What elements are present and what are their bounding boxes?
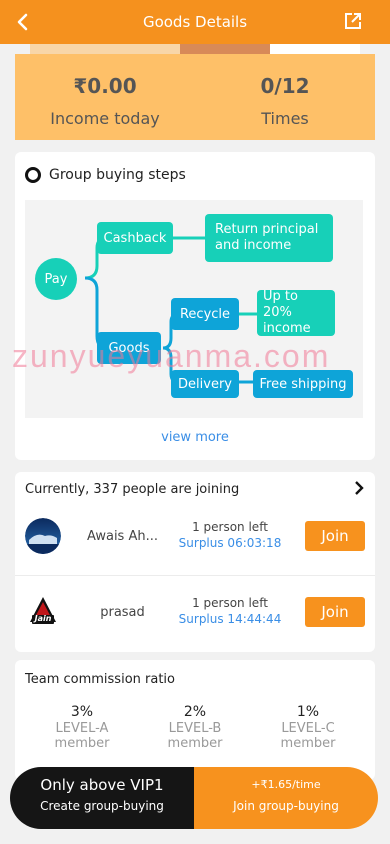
surplus-timer: Surplus 14:44:44: [178, 612, 282, 626]
level-name: LEVEL-A: [55, 721, 109, 736]
commission-title: Team commission ratio: [25, 672, 175, 687]
page-title: Goods Details: [142, 13, 248, 31]
create-title: Only above VIP1: [40, 776, 164, 794]
user-name: Awais Ah...: [86, 529, 158, 544]
group-buying-steps-card: Group buying steps Pay Cashback Return p…: [15, 152, 375, 460]
level-percent: 1%: [296, 704, 320, 720]
step-node-up-to: Up to 20% income: [257, 289, 335, 336]
chevron-right-icon[interactable]: [353, 480, 365, 500]
avatar-image: [25, 594, 61, 630]
app-header: Goods Details: [0, 0, 390, 44]
income-value: ₹0.00: [73, 74, 137, 98]
joining-count: Currently, 337 people are joining: [25, 482, 240, 497]
income-today: ₹0.00 Income today: [15, 54, 195, 128]
steps-header: Group buying steps: [25, 167, 186, 183]
create-label: Create group-buying: [40, 799, 164, 813]
joining-list-card: Currently, 337 people are joining Awais …: [15, 472, 375, 652]
step-node-cashback: Cashback: [97, 222, 173, 254]
avatar-image: [25, 518, 61, 554]
join-label: Join group-buying: [233, 799, 339, 813]
level-member: member: [280, 736, 336, 751]
commission-level-c: 1% LEVEL-C member: [253, 704, 363, 751]
level-member: member: [167, 736, 223, 751]
bottom-action-bar: Only above VIP1 Create group-buying +₹1.…: [10, 767, 378, 829]
step-node-goods: Goods: [97, 332, 161, 364]
steps-title: Group buying steps: [49, 167, 186, 183]
stripe-segment: [270, 44, 360, 54]
view-more-link[interactable]: view more: [15, 430, 375, 445]
commission-card: Team commission ratio 3% LEVEL-A member …: [15, 660, 375, 780]
times-value: 0/12: [260, 74, 310, 98]
step-node-pay: Pay: [35, 258, 77, 300]
level-name: LEVEL-C: [281, 721, 335, 736]
persons-left: 1 person left: [192, 596, 268, 610]
persons-left: 1 person left: [192, 520, 268, 534]
slots-info: 1 person left Surplus 06:03:18: [170, 520, 290, 550]
joining-row: Awais Ah... 1 person left Surplus 06:03:…: [15, 500, 375, 576]
step-node-recycle: Recycle: [171, 298, 239, 330]
income-summary: ₹0.00 Income today 0/12 Times: [15, 54, 375, 140]
level-name: LEVEL-B: [168, 721, 222, 736]
progress-stripe: [30, 44, 360, 54]
avatar: Jain: [25, 594, 61, 630]
income-label: Income today: [50, 109, 160, 128]
times-summary: 0/12 Times: [195, 54, 375, 128]
surplus-timer: Surplus 06:03:18: [178, 536, 282, 550]
join-button[interactable]: Join: [305, 521, 365, 551]
level-percent: 3%: [70, 704, 94, 720]
level-percent: 2%: [183, 704, 207, 720]
chevron-right-icon-svg: [355, 481, 364, 495]
stripe-segment: [30, 44, 180, 54]
level-member: member: [54, 736, 110, 751]
avatar-label: Jain: [34, 614, 52, 623]
steps-diagram: Pay Cashback Return principal and income…: [25, 200, 363, 418]
user-name: prasad: [100, 605, 145, 620]
slots-info: 1 person left Surplus 14:44:44: [170, 596, 290, 626]
share-button[interactable]: [344, 12, 362, 30]
join-rate: +₹1.65/time: [251, 778, 321, 791]
join-button[interactable]: Join: [305, 597, 365, 627]
circle-icon: [25, 167, 41, 183]
create-group-buying-button[interactable]: Only above VIP1 Create group-buying: [10, 767, 194, 829]
join-group-buying-button[interactable]: +₹1.65/time Join group-buying: [194, 767, 378, 829]
step-node-return: Return principal and income: [205, 214, 333, 262]
external-link-icon: [345, 13, 361, 29]
step-node-free-shipping: Free shipping: [253, 370, 353, 398]
times-label: Times: [261, 109, 309, 128]
joining-row: Jain prasad 1 person left Surplus 14:44:…: [15, 576, 375, 652]
step-node-delivery: Delivery: [171, 370, 239, 398]
avatar: [25, 518, 61, 554]
commission-level-b: 2% LEVEL-B member: [140, 704, 250, 751]
stripe-segment: [180, 44, 270, 54]
commission-level-a: 3% LEVEL-A member: [27, 704, 137, 751]
